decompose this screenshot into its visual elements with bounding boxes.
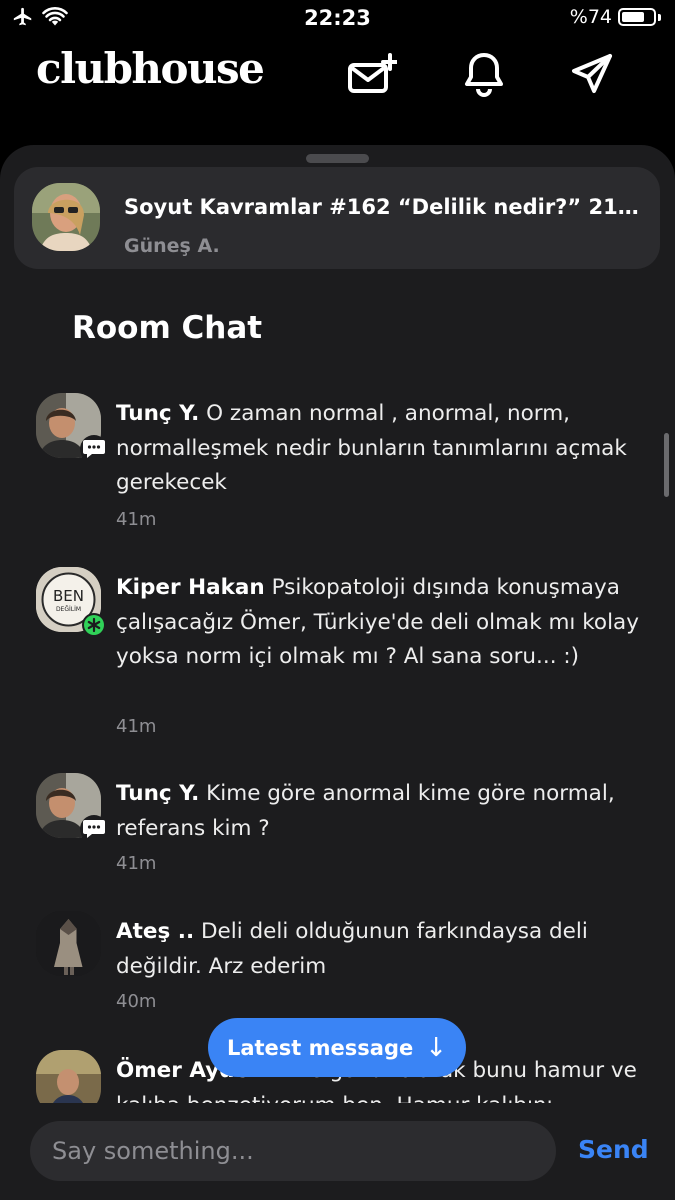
status-right: %74	[570, 6, 661, 28]
battery-level	[622, 12, 644, 22]
battery-tip	[658, 13, 661, 21]
message-time: 40m	[116, 991, 157, 1012]
message-text: Tunç Y. Kime göre anormal kime göre norm…	[116, 777, 646, 846]
message-text: Tunç Y. O zaman normal , anormal, norm, …	[116, 397, 646, 501]
avatar-text-bottom: DEĞİLİM	[56, 606, 81, 613]
battery-icon	[618, 8, 656, 26]
new-message-icon[interactable]	[346, 48, 398, 100]
message-time: 41m	[116, 853, 157, 874]
message-input[interactable]	[30, 1121, 556, 1181]
avatar[interactable]	[36, 911, 101, 976]
avatar[interactable]	[36, 1050, 101, 1103]
chat-composer: Send	[0, 1103, 675, 1200]
speech-bubble-icon	[80, 435, 108, 463]
host-avatar	[32, 183, 100, 251]
room-sheet: Soyut Kavramlar #162 “Delilik nedir?” 21…	[0, 145, 675, 1200]
message-time: 41m	[116, 716, 157, 737]
status-bar: 22:23 %74	[0, 0, 675, 40]
speech-bubble-icon	[80, 815, 108, 843]
room-chat-title: Room Chat	[72, 310, 263, 346]
room-title: Soyut Kavramlar #162 “Delilik nedir?” 21…	[124, 195, 644, 219]
sender-name[interactable]: Tunç Y.	[116, 401, 199, 426]
avatar-text-top: BEN	[53, 587, 84, 605]
chat-list[interactable]: Tunç Y. O zaman normal , anormal, norm, …	[0, 385, 675, 1103]
sheet-grabber[interactable]	[306, 154, 369, 163]
arrow-down-icon: ↓	[425, 1032, 448, 1063]
room-banner[interactable]: Soyut Kavramlar #162 “Delilik nedir?” 21…	[14, 167, 660, 269]
bell-icon[interactable]	[458, 48, 510, 100]
room-host: Güneş A.	[124, 235, 220, 257]
battery-percent: %74	[569, 6, 612, 28]
message-text: Kiper Hakan Psikopatoloji dışında konuşm…	[116, 571, 646, 675]
send-button[interactable]: Send	[578, 1135, 649, 1164]
latest-message-label: Latest message	[226, 1035, 414, 1060]
latest-message-button[interactable]: Latest message ↓	[208, 1018, 466, 1077]
message-time: 41m	[116, 509, 157, 530]
paper-plane-icon[interactable]	[566, 48, 618, 100]
scrollbar[interactable]	[664, 433, 669, 497]
app-header: clubhouse	[0, 40, 675, 110]
message-text: Ateş .. Deli deli olduğunun farkındaysa …	[116, 915, 646, 984]
sender-name[interactable]: Ateş ..	[116, 919, 194, 944]
sender-name[interactable]: Tunç Y.	[116, 781, 199, 806]
clubhouse-logo[interactable]: clubhouse	[36, 44, 265, 93]
moderator-star-icon	[82, 613, 106, 637]
sender-name[interactable]: Kiper Hakan	[116, 575, 265, 600]
